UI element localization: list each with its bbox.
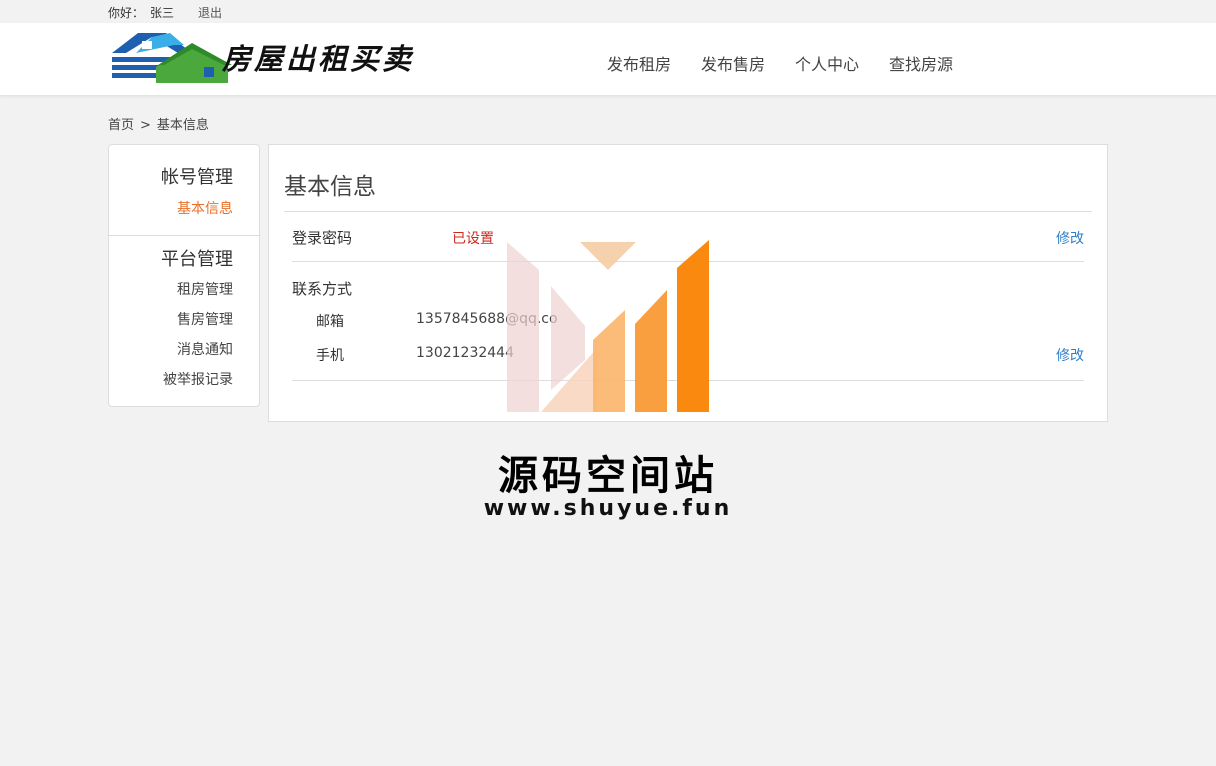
site-header: 房屋出租买卖 发布租房 发布售房 个人中心 查找房源 bbox=[0, 23, 1216, 96]
breadcrumb-home[interactable]: 首页 bbox=[108, 118, 134, 133]
password-status: 已设置 bbox=[452, 231, 494, 247]
main-nav: 发布租房 发布售房 个人中心 查找房源 bbox=[607, 51, 983, 75]
edit-password-link[interactable]: 修改 bbox=[1056, 228, 1084, 248]
sidebar-group-account: 帐号管理 基本信息 bbox=[161, 163, 259, 218]
sidebar-group-title: 平台管理 bbox=[161, 249, 233, 270]
email-label: 邮箱 bbox=[316, 314, 344, 330]
breadcrumb: 首页 > 基本信息 bbox=[108, 114, 209, 133]
watermark-url: www.shuyue.fun bbox=[483, 496, 733, 521]
email-value: 1357845688@qq.co bbox=[416, 311, 558, 327]
sidebar-group-title: 帐号管理 bbox=[161, 167, 233, 188]
nav-find-house[interactable]: 查找房源 bbox=[889, 51, 953, 75]
divider bbox=[292, 380, 1084, 381]
top-bar: 你好： 张三 退出 bbox=[0, 0, 1216, 23]
sidebar-item-notifications[interactable]: 消息通知 bbox=[161, 339, 233, 359]
house-logo-icon[interactable] bbox=[108, 31, 233, 83]
sidebar-group-platform: 平台管理 租房管理 售房管理 消息通知 被举报记录 bbox=[161, 245, 259, 389]
password-label: 登录密码 bbox=[292, 229, 353, 247]
sidebar-item-sale-manage[interactable]: 售房管理 bbox=[161, 309, 233, 329]
edit-contact-link[interactable]: 修改 bbox=[1056, 345, 1084, 365]
sidebar-item-reports[interactable]: 被举报记录 bbox=[161, 369, 233, 389]
nav-personal-center[interactable]: 个人中心 bbox=[795, 51, 859, 75]
nav-publish-rent[interactable]: 发布租房 bbox=[607, 51, 671, 75]
phone-label: 手机 bbox=[316, 348, 344, 364]
contact-title: 联系方式 bbox=[292, 280, 353, 298]
sidebar-item-rent-manage[interactable]: 租房管理 bbox=[161, 279, 233, 299]
divider bbox=[284, 211, 1092, 212]
sidebar-divider bbox=[109, 235, 259, 236]
breadcrumb-current: 基本信息 bbox=[156, 118, 209, 133]
basic-info-panel: 基本信息 登录密码 已设置 修改 联系方式 邮箱 1357845688@qq.c… bbox=[268, 144, 1108, 422]
phone-value: 13021232444 bbox=[416, 345, 514, 361]
username: 张三 bbox=[150, 6, 175, 20]
logout-link[interactable]: 退出 bbox=[198, 4, 222, 21]
sidebar: 帐号管理 基本信息 平台管理 租房管理 售房管理 消息通知 被举报记录 bbox=[108, 144, 260, 407]
greeting-text: 你好： bbox=[108, 6, 145, 20]
sidebar-item-basic-info[interactable]: 基本信息 bbox=[161, 198, 233, 218]
breadcrumb-separator: > bbox=[140, 118, 151, 133]
page-title: 基本信息 bbox=[284, 174, 376, 200]
divider bbox=[292, 261, 1084, 262]
watermark-title: 源码空间站 bbox=[498, 453, 718, 499]
nav-publish-sale[interactable]: 发布售房 bbox=[701, 51, 765, 75]
brand-title: 房屋出租买卖 bbox=[222, 42, 415, 76]
